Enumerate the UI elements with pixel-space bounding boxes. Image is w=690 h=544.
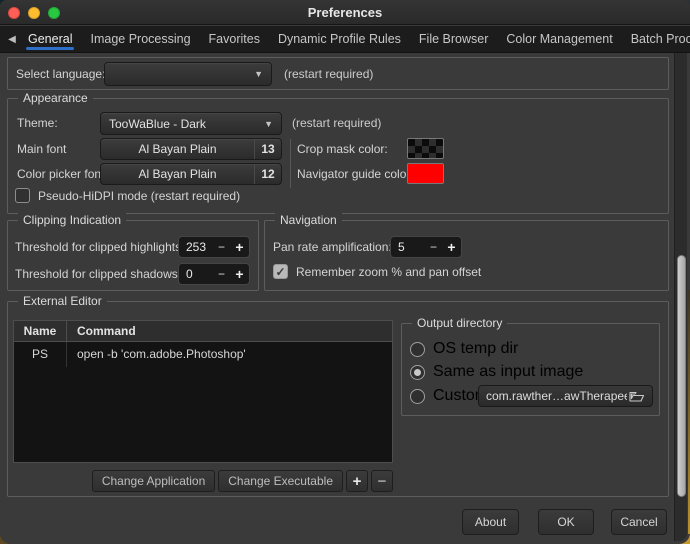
pan-rate-label: Pan rate amplification: bbox=[273, 240, 392, 254]
output-directory-legend: Output directory bbox=[412, 316, 507, 331]
navigator-guide-label: Navigator guide color: bbox=[297, 167, 414, 181]
same-as-input-option[interactable]: Same as input image bbox=[410, 363, 583, 381]
ok-button[interactable]: OK bbox=[538, 509, 594, 535]
appearance-legend: Appearance bbox=[18, 91, 93, 106]
minus-icon[interactable]: − bbox=[213, 267, 230, 281]
folder-open-icon[interactable] bbox=[627, 387, 647, 405]
dropdown-arrow-icon: ▼ bbox=[254, 69, 263, 79]
dropdown-arrow-icon: ▼ bbox=[264, 119, 273, 129]
hidpi-label: Pseudo-HiDPI mode (restart required) bbox=[38, 189, 240, 203]
table-row[interactable]: PS open -b 'com.adobe.Photoshop' bbox=[14, 342, 392, 367]
tab-dynamic-profile-rules[interactable]: Dynamic Profile Rules bbox=[269, 26, 410, 53]
change-executable-button[interactable]: Change Executable bbox=[218, 470, 343, 492]
radio-icon[interactable] bbox=[410, 389, 425, 404]
remember-zoom-label: Remember zoom % and pan offset bbox=[296, 265, 481, 279]
custom-directory-field[interactable]: com.rawther…awTherapee bbox=[478, 385, 653, 407]
main-font-size: 13 bbox=[255, 142, 281, 156]
spinner-value[interactable]: 0 bbox=[179, 267, 213, 281]
tab-image-processing[interactable]: Image Processing bbox=[81, 26, 199, 53]
divider bbox=[290, 139, 291, 188]
window-title: Preferences bbox=[0, 0, 690, 25]
picker-font-button[interactable]: Al Bayan Plain 12 bbox=[100, 163, 282, 185]
tab-bar: ◀ General Image Processing Favorites Dyn… bbox=[0, 26, 690, 53]
output-directory-frame: Output directory OS temp dir Same as inp… bbox=[401, 323, 660, 416]
navigation-frame: Navigation Pan rate amplification: 5 − +… bbox=[264, 220, 669, 291]
remember-zoom-row: ✓ Remember zoom % and pan offset bbox=[273, 264, 481, 279]
language-restart-note: (restart required) bbox=[284, 67, 373, 81]
minus-icon[interactable]: − bbox=[213, 240, 230, 254]
scrollbar-thumb[interactable] bbox=[677, 255, 686, 497]
add-editor-button[interactable]: + bbox=[346, 470, 368, 492]
spinner-value[interactable]: 253 bbox=[179, 240, 213, 254]
scrollbar-track[interactable] bbox=[674, 53, 687, 541]
os-temp-dir-label: OS temp dir bbox=[433, 340, 518, 358]
radio-icon[interactable] bbox=[410, 342, 425, 357]
theme-label: Theme: bbox=[17, 116, 58, 130]
external-editor-frame: External Editor Name Command PS open -b … bbox=[7, 301, 669, 497]
navigation-legend: Navigation bbox=[275, 213, 342, 228]
chevron-left-icon[interactable]: ◀ bbox=[5, 34, 19, 45]
main-font-name: Al Bayan Plain bbox=[101, 142, 254, 156]
about-button[interactable]: About bbox=[462, 509, 519, 535]
main-font-label: Main font bbox=[17, 142, 66, 156]
navigator-guide-color-swatch[interactable] bbox=[407, 163, 444, 184]
language-dropdown[interactable]: ▼ bbox=[104, 62, 272, 86]
editor-name-cell: PS bbox=[14, 342, 66, 367]
plus-icon[interactable]: + bbox=[442, 239, 461, 255]
spinner-value[interactable]: 5 bbox=[391, 240, 425, 254]
remember-zoom-checkbox[interactable]: ✓ bbox=[273, 264, 288, 279]
tab-batch-processing[interactable]: Batch Processing bbox=[622, 26, 690, 53]
picker-font-label: Color picker font: bbox=[17, 167, 108, 181]
tab-color-management[interactable]: Color Management bbox=[497, 26, 621, 53]
clipped-shadows-label: Threshold for clipped shadows: bbox=[15, 267, 181, 281]
os-temp-dir-option[interactable]: OS temp dir bbox=[410, 340, 518, 358]
remove-editor-button[interactable]: − bbox=[371, 470, 393, 492]
clipping-legend: Clipping Indication bbox=[18, 213, 126, 228]
appearance-frame: Appearance Theme: TooWaBlue - Dark ▼ (re… bbox=[7, 98, 669, 214]
minus-icon[interactable]: − bbox=[425, 240, 442, 254]
title-bar: Preferences bbox=[0, 0, 690, 25]
plus-icon[interactable]: + bbox=[230, 239, 249, 255]
editor-buttons-row: Change Application Change Executable + − bbox=[13, 470, 393, 492]
column-header-command[interactable]: Command bbox=[66, 321, 392, 341]
same-as-input-label: Same as input image bbox=[433, 363, 583, 381]
editor-table-header: Name Command bbox=[14, 321, 392, 342]
clipped-highlights-label: Threshold for clipped highlights: bbox=[15, 240, 184, 254]
clipped-shadows-spinner[interactable]: 0 − + bbox=[178, 263, 250, 285]
editor-table: Name Command PS open -b 'com.adobe.Photo… bbox=[13, 320, 393, 463]
hidpi-row: Pseudo-HiDPI mode (restart required) bbox=[15, 188, 240, 203]
theme-dropdown-value: TooWaBlue - Dark bbox=[109, 117, 206, 131]
preferences-window: Preferences ◀ General Image Processing F… bbox=[0, 0, 690, 544]
clipped-highlights-spinner[interactable]: 253 − + bbox=[178, 236, 250, 258]
picker-font-name: Al Bayan Plain bbox=[101, 167, 254, 181]
tab-favorites[interactable]: Favorites bbox=[200, 26, 269, 53]
editor-command-cell: open -b 'com.adobe.Photoshop' bbox=[66, 342, 392, 367]
language-label: Select language: bbox=[16, 67, 105, 81]
radio-selected-icon[interactable] bbox=[410, 365, 425, 380]
theme-dropdown[interactable]: TooWaBlue - Dark ▼ bbox=[100, 112, 282, 135]
custom-directory-value: com.rawther…awTherapee bbox=[486, 389, 627, 403]
change-application-button[interactable]: Change Application bbox=[92, 470, 215, 492]
pan-rate-spinner[interactable]: 5 − + bbox=[390, 236, 462, 258]
language-frame: Select language: ▼ (restart required) bbox=[7, 57, 669, 90]
clipping-frame: Clipping Indication Threshold for clippe… bbox=[7, 220, 259, 291]
external-editor-legend: External Editor bbox=[18, 294, 107, 309]
crop-mask-color-swatch[interactable] bbox=[407, 138, 444, 159]
column-header-name[interactable]: Name bbox=[14, 321, 66, 341]
main-font-button[interactable]: Al Bayan Plain 13 bbox=[100, 138, 282, 160]
picker-font-size: 12 bbox=[255, 167, 281, 181]
tab-file-browser[interactable]: File Browser bbox=[410, 26, 497, 53]
crop-mask-label: Crop mask color: bbox=[297, 142, 388, 156]
hidpi-checkbox[interactable] bbox=[15, 188, 30, 203]
theme-restart-note: (restart required) bbox=[292, 116, 381, 130]
plus-icon[interactable]: + bbox=[230, 266, 249, 282]
cancel-button[interactable]: Cancel bbox=[611, 509, 667, 535]
tab-general[interactable]: General bbox=[19, 26, 81, 53]
